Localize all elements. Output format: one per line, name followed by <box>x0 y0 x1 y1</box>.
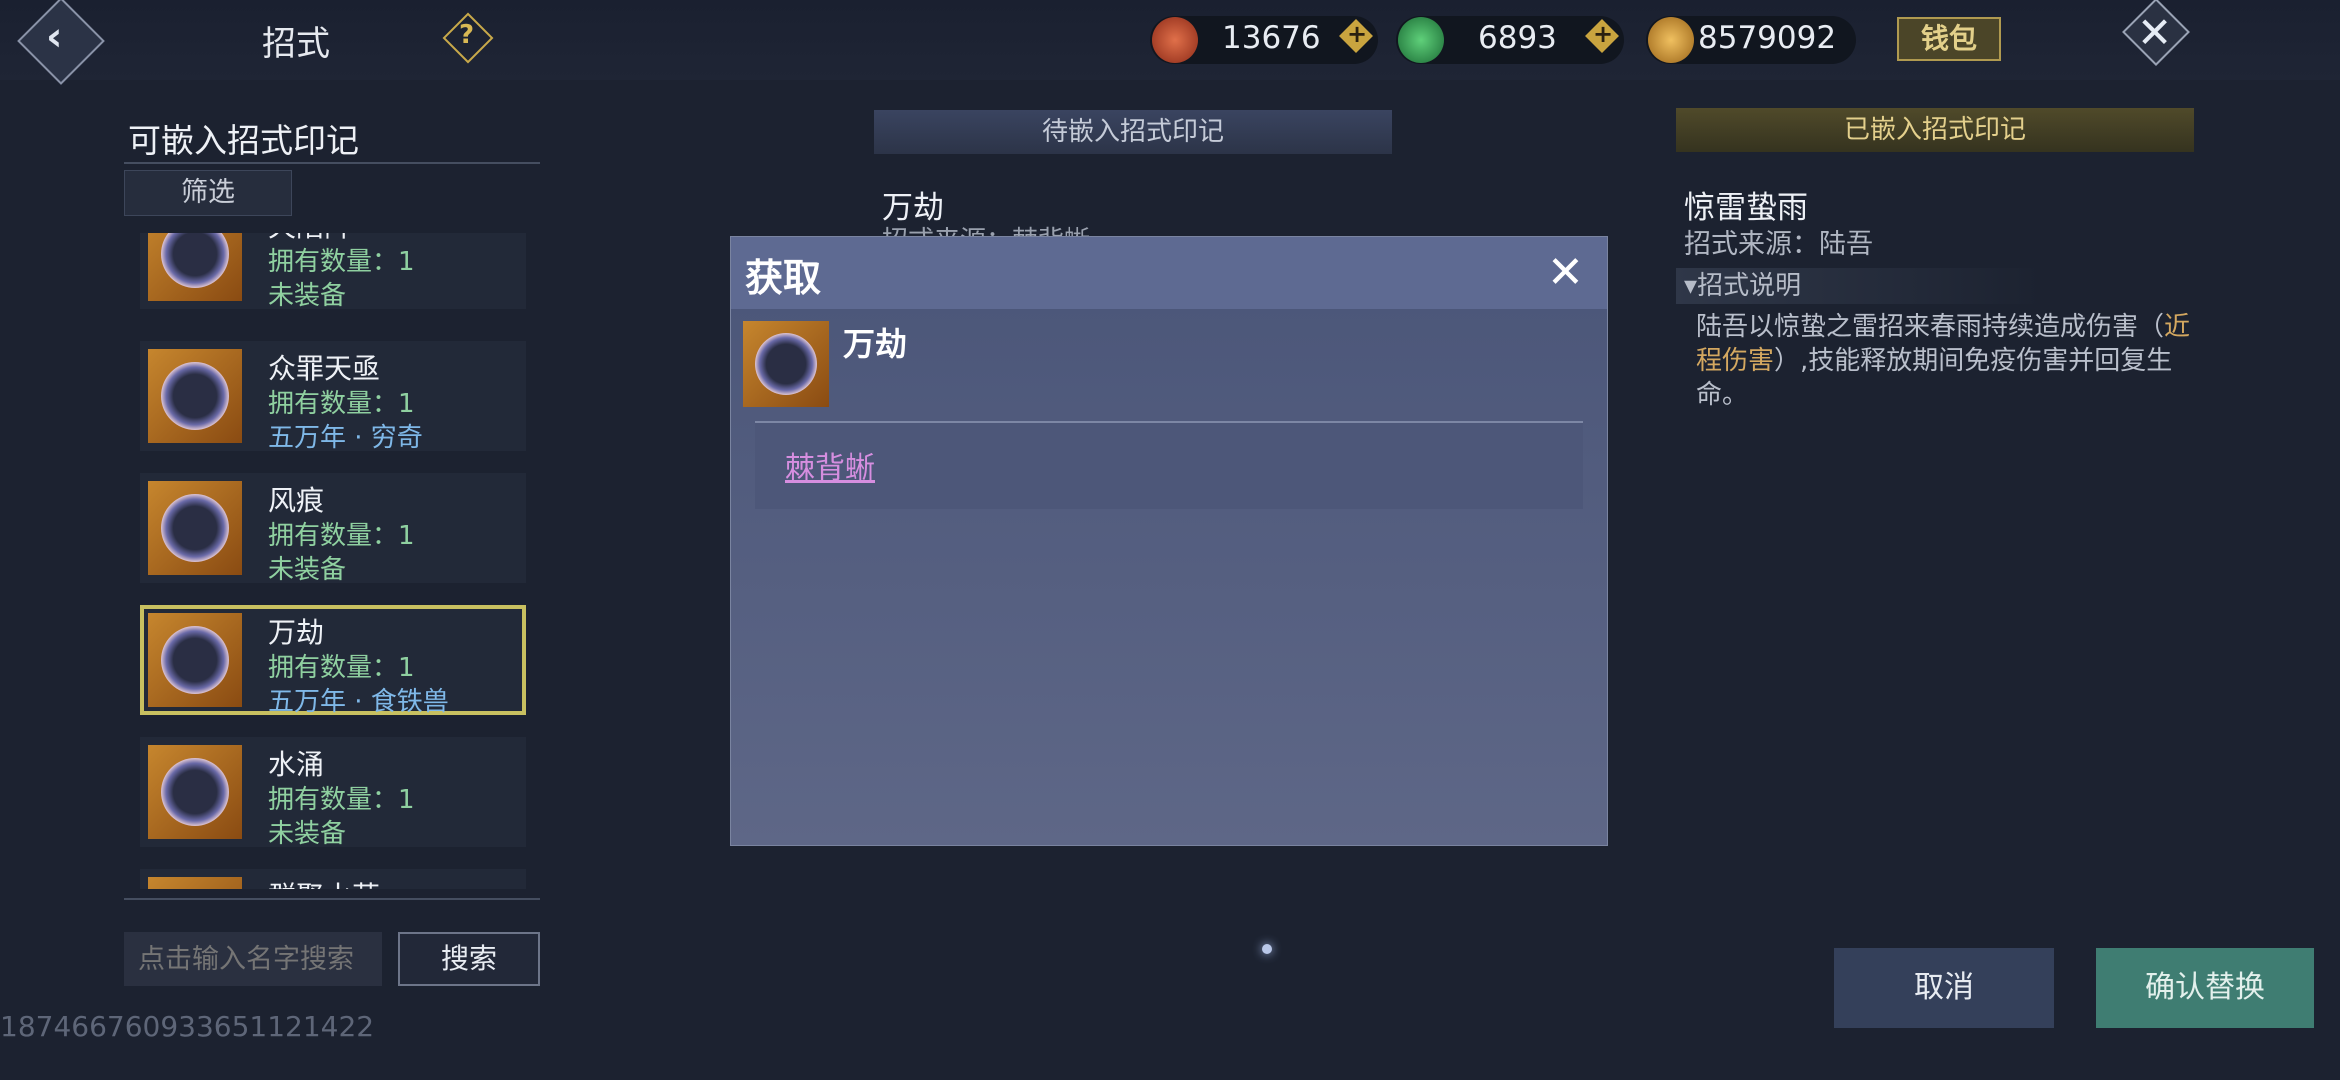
equipped-imprint-name: 惊雷蛰雨 <box>1684 190 1808 226</box>
item-name: 万劫 <box>268 616 325 649</box>
item-status: 未装备 <box>268 281 347 311</box>
item-status: 五万年 · 食铁兽 <box>268 687 449 717</box>
close-icon[interactable]: ✕ <box>2137 8 2172 57</box>
item-status: 未装备 <box>268 819 347 849</box>
filter-button[interactable]: 筛选 <box>124 170 292 216</box>
imprint-icon <box>148 233 242 301</box>
list-item[interactable]: 风痕 拥有数量：1 未装备 <box>140 473 526 585</box>
imprint-list[interactable]: 天陷阵 拥有数量：1 未装备 众罪天亟 拥有数量：1 五万年 · 穷奇 风痕 拥… <box>124 233 540 889</box>
list-item[interactable]: 天陷阵 拥有数量：1 未装备 <box>140 233 526 311</box>
divider <box>124 162 540 164</box>
description-part: 陆吾以惊蛰之雷招来春雨持续造成伤害（ <box>1696 312 2165 342</box>
search-button[interactable]: 搜索 <box>398 932 540 986</box>
dialog-close-icon[interactable]: ✕ <box>1547 247 1584 298</box>
left-panel-title: 可嵌入招式印记 <box>128 121 359 160</box>
item-status: 未装备 <box>268 555 347 585</box>
imprint-icon <box>148 613 242 707</box>
item-name: 众罪天亟 <box>268 352 381 385</box>
jade-coin-icon <box>1398 17 1444 63</box>
imprint-icon <box>148 745 242 839</box>
description-header[interactable]: ▾招式说明 <box>1676 268 2044 304</box>
list-item[interactable]: 水涌 拥有数量：1 未装备 <box>140 737 526 849</box>
cancel-button[interactable]: 取消 <box>1834 948 2054 1028</box>
item-name: 风痕 <box>268 484 325 517</box>
plus-icon[interactable]: + <box>1347 20 1367 48</box>
pending-imprint-header: 待嵌入招式印记 <box>874 110 1392 154</box>
dialog-header <box>731 237 1607 309</box>
gold-token-icon <box>1648 17 1694 63</box>
user-id-label: 18746676093365112142​2 <box>0 1010 375 1043</box>
imprint-icon <box>148 877 242 889</box>
currency-value-3: 8579092 <box>1698 20 1837 56</box>
dialog-item-name: 万劫 <box>843 325 908 363</box>
divider <box>124 898 540 900</box>
plus-icon[interactable]: + <box>1593 20 1613 48</box>
description-header-label: 招式说明 <box>1697 271 1802 301</box>
back-arrow-icon[interactable]: ‹ <box>46 14 62 60</box>
acquire-dialog: 获取 ✕ 万劫 棘背蜥 <box>730 236 1608 846</box>
imprint-icon <box>148 349 242 443</box>
wallet-button[interactable]: 钱包 <box>1897 17 2001 61</box>
imprint-icon <box>148 481 242 575</box>
confirm-replace-button[interactable]: 确认替换 <box>2096 948 2314 1028</box>
dialog-title: 获取 <box>745 256 822 300</box>
currency-value-2: 6893 <box>1478 20 1557 56</box>
page-title: 招式 <box>262 24 330 64</box>
list-item[interactable]: 群聚水草 <box>140 869 526 889</box>
item-count: 拥有数量：1 <box>268 389 415 419</box>
item-count: 拥有数量：1 <box>268 521 415 551</box>
equipped-imprint-source: 招式来源：陆吾 <box>1684 229 1873 260</box>
list-item-selected[interactable]: 万劫 拥有数量：1 五万年 · 食铁兽 <box>140 605 526 717</box>
question-icon[interactable]: ? <box>459 20 474 50</box>
search-input[interactable] <box>124 932 382 986</box>
item-name: 群聚水草 <box>268 875 380 889</box>
list-item[interactable]: 众罪天亟 拥有数量：1 五万年 · 穷奇 <box>140 341 526 453</box>
currency-value-1: 13676 <box>1222 20 1321 56</box>
imprint-icon <box>743 321 829 407</box>
equipped-imprint-header: 已嵌入招式印记 <box>1676 108 2194 152</box>
item-name: 水涌 <box>268 748 325 781</box>
source-row <box>755 423 1583 509</box>
item-count: 拥有数量：1 <box>268 653 415 683</box>
page-indicator-dot <box>1262 944 1272 954</box>
source-link[interactable]: 棘背蜥 <box>785 443 875 487</box>
item-count: 拥有数量：1 <box>268 785 415 815</box>
item-count: 拥有数量：1 <box>268 247 415 277</box>
red-coin-icon <box>1152 17 1198 63</box>
item-status: 五万年 · 穷奇 <box>268 423 423 453</box>
description-text: 陆吾以惊蛰之雷招来春雨持续造成伤害（近程伤害）,技能释放期间免疫伤害并回复生命。 <box>1696 310 2196 412</box>
